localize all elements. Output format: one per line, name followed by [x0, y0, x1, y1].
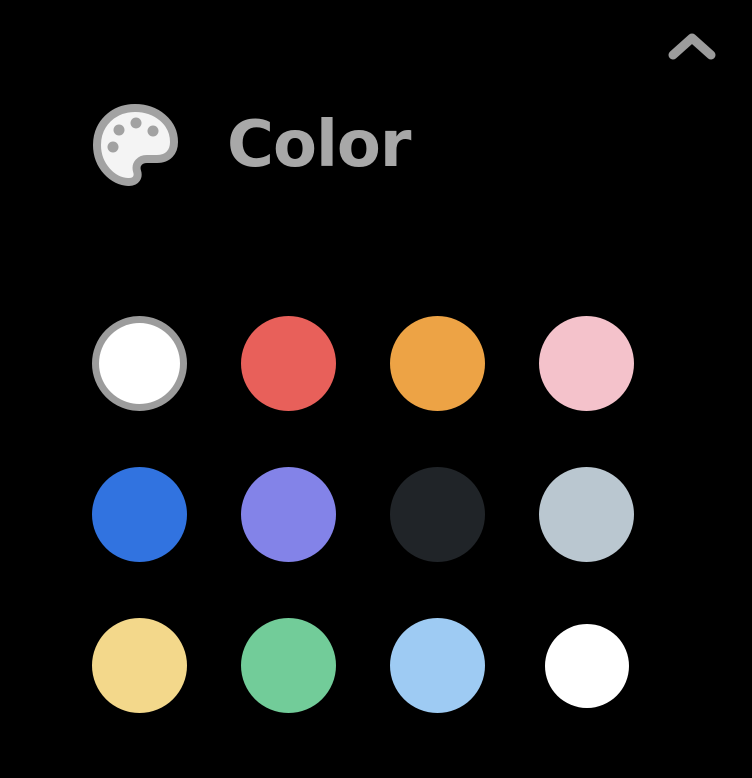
- color-section-header: Color: [91, 102, 411, 188]
- swatch-white-2[interactable]: [539, 618, 634, 713]
- swatch-green[interactable]: [241, 618, 336, 713]
- swatch-circle: [390, 467, 485, 562]
- swatch-blue[interactable]: [92, 467, 187, 562]
- swatch-circle: [241, 618, 336, 713]
- swatch-circle: [92, 618, 187, 713]
- swatch-dark-gray[interactable]: [390, 467, 485, 562]
- palette-icon: [93, 104, 178, 186]
- swatch-red[interactable]: [241, 316, 336, 411]
- swatch-circle: [544, 623, 629, 708]
- swatch-circle: [92, 316, 187, 411]
- color-swatch-grid: [92, 316, 634, 713]
- chevron-up-icon: [668, 33, 716, 60]
- swatch-circle: [390, 618, 485, 713]
- swatch-circle: [539, 467, 634, 562]
- swatch-circle: [92, 467, 187, 562]
- swatch-orange[interactable]: [390, 316, 485, 411]
- swatch-purple[interactable]: [241, 467, 336, 562]
- swatch-light-gray[interactable]: [539, 467, 634, 562]
- section-title: Color: [227, 108, 411, 182]
- swatch-circle: [390, 316, 485, 411]
- swatch-yellow[interactable]: [92, 618, 187, 713]
- swatch-light-blue[interactable]: [390, 618, 485, 713]
- swatch-circle: [241, 316, 336, 411]
- swatch-pink[interactable]: [539, 316, 634, 411]
- swatch-circle: [539, 316, 634, 411]
- swatch-circle: [241, 467, 336, 562]
- swatch-white[interactable]: [92, 316, 187, 411]
- collapse-button[interactable]: [660, 20, 724, 70]
